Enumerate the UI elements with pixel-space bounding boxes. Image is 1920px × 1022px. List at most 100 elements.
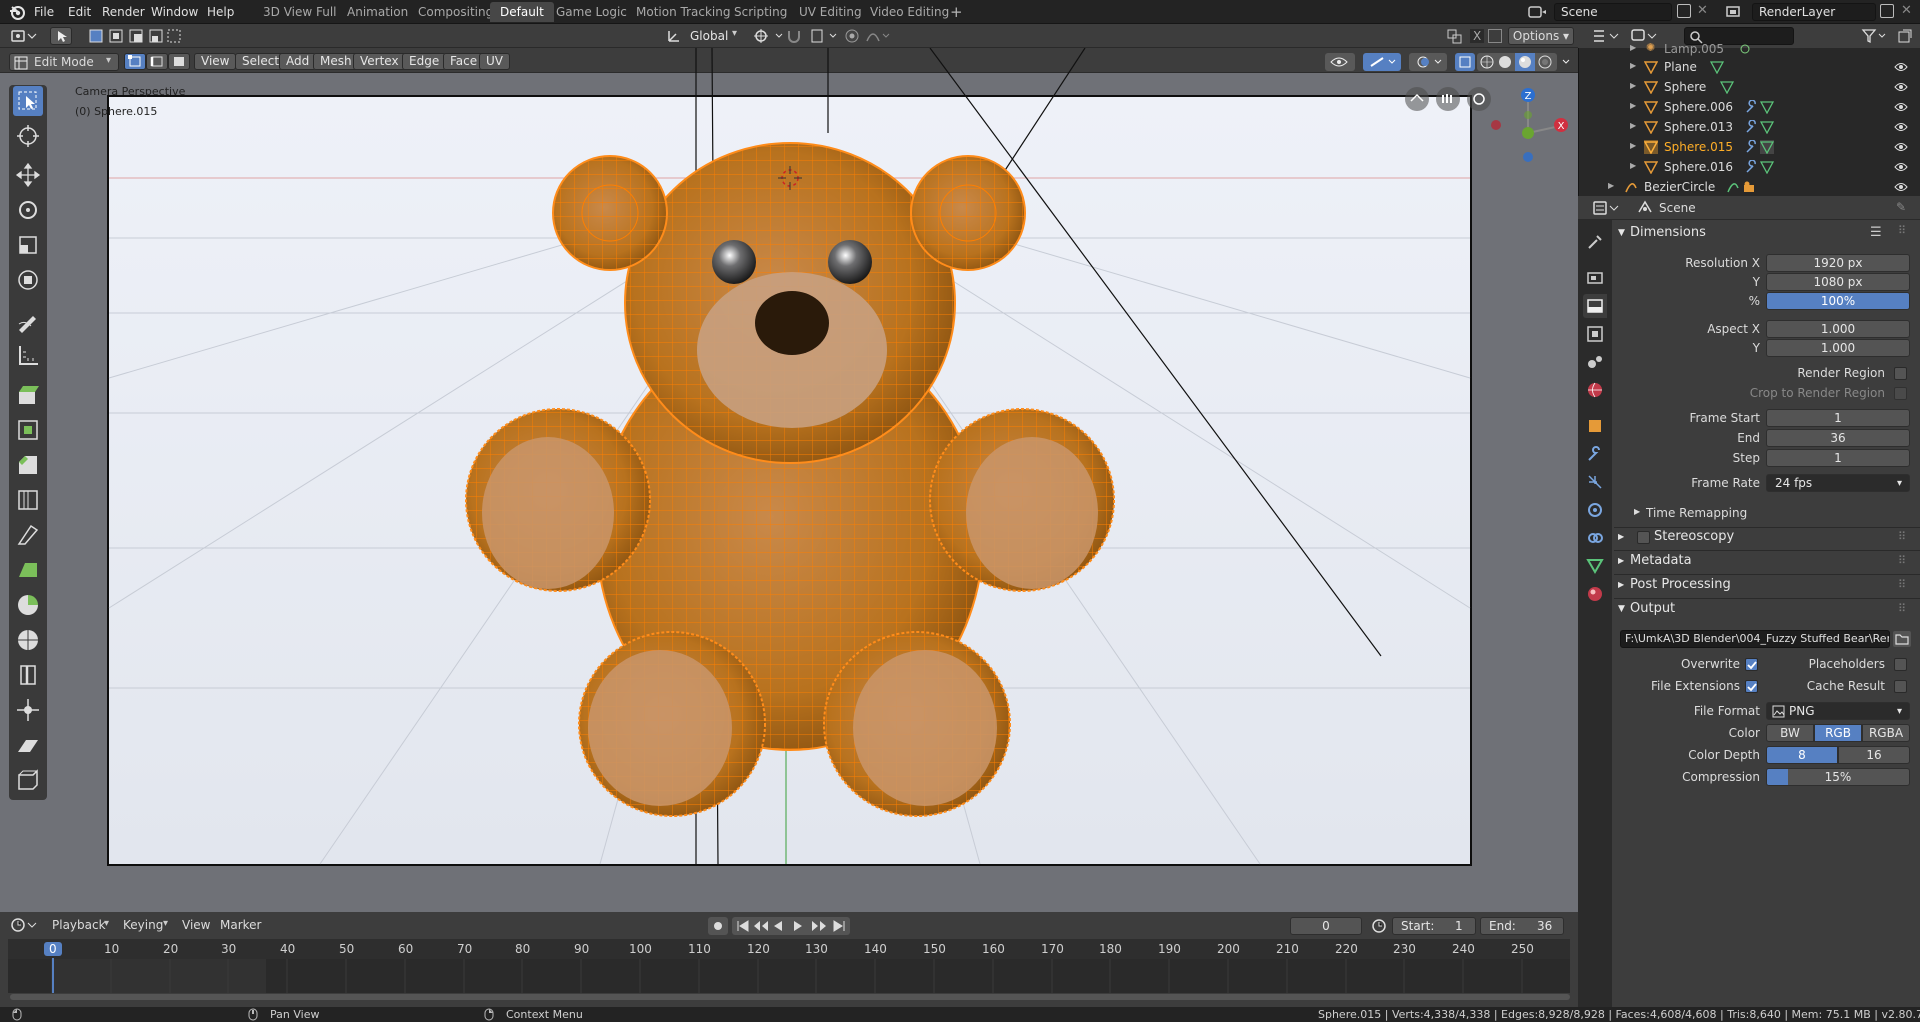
menu-marker[interactable]: Marker — [220, 918, 261, 932]
smooth-tool-icon[interactable] — [13, 625, 43, 655]
color-depth-16-button[interactable]: 16 — [1838, 746, 1910, 764]
menu-file[interactable]: File — [34, 3, 54, 21]
rotate-tool-icon[interactable] — [13, 195, 43, 225]
color-rgba-button[interactable]: RGBA — [1862, 724, 1910, 742]
aspect-x-field[interactable]: 1.000 — [1766, 320, 1910, 338]
outliner-row[interactable]: ▶ ✺ Lamp.005 — [1578, 40, 1920, 60]
outliner-row[interactable]: ▶ Plane — [1578, 58, 1920, 78]
snap-icon[interactable] — [785, 27, 845, 45]
modifier-tab-icon[interactable] — [1583, 442, 1607, 466]
shear-tool-icon[interactable] — [13, 730, 43, 760]
bevel-tool-icon[interactable] — [13, 450, 43, 480]
color-depth-8-button[interactable]: 8 — [1766, 746, 1838, 764]
tab-video-editing[interactable]: Video Editing — [860, 2, 959, 22]
frame-step-field[interactable]: 1 — [1766, 449, 1910, 467]
object-tab-icon[interactable] — [1583, 414, 1607, 438]
drag-handle-icon[interactable]: ⠿ — [1898, 224, 1906, 237]
menu-keying[interactable]: Keying — [123, 918, 163, 932]
scene-field[interactable]: Scene — [1554, 3, 1672, 21]
menu-edit[interactable]: Edit — [68, 3, 91, 21]
measure-tool-icon[interactable] — [13, 340, 43, 370]
pin-icon[interactable]: ✎ — [1896, 200, 1906, 214]
outliner-row[interactable]: ▶ BezierCircle — [1578, 178, 1920, 198]
timeline-start-field[interactable]: Start: 1 — [1392, 917, 1476, 935]
output-tab-icon[interactable] — [1583, 294, 1607, 318]
rip-tool-icon[interactable] — [13, 765, 43, 795]
overwrite-checkbox[interactable] — [1745, 658, 1758, 671]
frame-rate-dropdown[interactable]: 24 fps ▾ — [1766, 474, 1910, 492]
view-layer-icon[interactable] — [1724, 4, 1746, 20]
tab-default[interactable]: Default — [490, 2, 554, 22]
tab-3d-view-full[interactable]: 3D View Full — [253, 2, 347, 22]
crop-region-checkbox[interactable] — [1894, 387, 1907, 400]
drag-handle-icon[interactable]: ⠿ — [1898, 554, 1906, 567]
outliner-row-selected[interactable]: ▶ Sphere.015 — [1578, 138, 1920, 158]
blender-logo-icon[interactable] — [8, 3, 26, 21]
panel-post-processing-header[interactable]: ▶ Post Processing — [1614, 574, 1920, 596]
editor-type-icon[interactable] — [10, 28, 38, 44]
select-tool-icon[interactable] — [50, 27, 72, 45]
transform-orientation-dropdown[interactable]: Global — [690, 29, 728, 43]
placeholders-checkbox[interactable] — [1894, 658, 1907, 671]
delete-scene-icon[interactable]: ✕ — [1697, 3, 1708, 18]
presets-icon[interactable]: ☰ — [1870, 225, 1882, 240]
output-path-field[interactable]: F:\UmkA\3D Blender\004_Fuzzy Stuffed Bea… — [1620, 630, 1890, 648]
frame-start-field[interactable]: 1 — [1766, 409, 1910, 427]
outliner-row[interactable]: ▶ Sphere.013 — [1578, 118, 1920, 138]
options-dropdown[interactable]: Options ▾ — [1508, 27, 1574, 45]
frame-end-field[interactable]: 36 — [1766, 429, 1910, 447]
particles-tab-icon[interactable] — [1583, 470, 1607, 494]
menu-window[interactable]: Window — [151, 3, 198, 21]
material-tab-icon[interactable] — [1583, 582, 1607, 606]
world-tab-icon[interactable] — [1583, 378, 1607, 402]
current-frame-field[interactable]: 0 — [1290, 917, 1362, 935]
timeline-end-field[interactable]: End: 36 — [1480, 917, 1564, 935]
file-format-dropdown[interactable]: PNG ▾ — [1766, 702, 1910, 720]
delete-layer-icon[interactable]: ✕ — [1901, 3, 1912, 18]
panel-metadata-header[interactable]: ▶ Metadata — [1614, 550, 1920, 572]
proportional-edit-icon[interactable] — [843, 27, 893, 45]
menu-timeline-view[interactable]: View — [182, 918, 210, 932]
move-tool-icon[interactable] — [13, 160, 43, 190]
render-tab-icon[interactable] — [1583, 266, 1607, 290]
outliner-row[interactable]: ▶ Sphere.006 — [1578, 98, 1920, 118]
aspect-y-field[interactable]: 1.000 — [1766, 339, 1910, 357]
tab-game-logic[interactable]: Game Logic — [546, 2, 637, 22]
axis-gizmo[interactable]: Z X — [1480, 84, 1570, 164]
outliner-row[interactable]: ▶ Sphere — [1578, 78, 1920, 98]
file-extensions-checkbox[interactable] — [1745, 680, 1758, 693]
drag-handle-icon[interactable]: ⠿ — [1898, 602, 1906, 615]
expand-icon[interactable]: ▶ — [1608, 181, 1614, 190]
expand-icon[interactable]: ▶ — [1630, 141, 1636, 150]
compression-slider[interactable]: 15% — [1766, 768, 1910, 786]
cursor-tool-icon[interactable] — [13, 121, 43, 151]
expand-icon[interactable]: ▶ — [1630, 121, 1636, 130]
annotate-tool-icon[interactable] — [13, 306, 43, 336]
resolution-percent-slider[interactable]: 100% — [1766, 292, 1910, 310]
panel-output-header[interactable]: ▼ Output — [1614, 598, 1920, 620]
transform-tool-icon[interactable] — [13, 265, 43, 295]
orientation-icon[interactable] — [666, 28, 682, 44]
folder-icon[interactable] — [1893, 631, 1911, 647]
playhead[interactable] — [52, 958, 54, 993]
resolution-y-field[interactable]: 1080 px — [1766, 273, 1910, 291]
color-bw-button[interactable]: BW — [1766, 724, 1814, 742]
stereoscopy-checkbox[interactable] — [1637, 531, 1650, 544]
loop-cut-tool-icon[interactable] — [13, 485, 43, 515]
expand-icon[interactable]: ▶ — [1630, 101, 1636, 110]
outliner-row[interactable]: ▶ Sphere.016 — [1578, 158, 1920, 178]
menu-render[interactable]: Render — [102, 3, 145, 21]
timeline-scrollbar[interactable] — [10, 994, 1570, 1000]
view-layer-field[interactable]: RenderLayer — [1752, 3, 1876, 21]
timeline-editor-icon[interactable] — [10, 917, 40, 933]
tab-animation[interactable]: Animation — [337, 2, 418, 22]
spin-tool-icon[interactable] — [13, 590, 43, 620]
resolution-x-field[interactable]: 1920 px — [1766, 254, 1910, 272]
select-box-tool-icon[interactable] — [13, 86, 43, 116]
poly-build-tool-icon[interactable] — [13, 555, 43, 585]
tab-compositing[interactable]: Compositing — [408, 2, 503, 22]
data-tab-icon[interactable] — [1583, 554, 1607, 578]
drag-handle-icon[interactable]: ⠿ — [1898, 578, 1906, 591]
shrink-fatten-tool-icon[interactable] — [13, 695, 43, 725]
color-rgb-button[interactable]: RGB — [1814, 724, 1862, 742]
